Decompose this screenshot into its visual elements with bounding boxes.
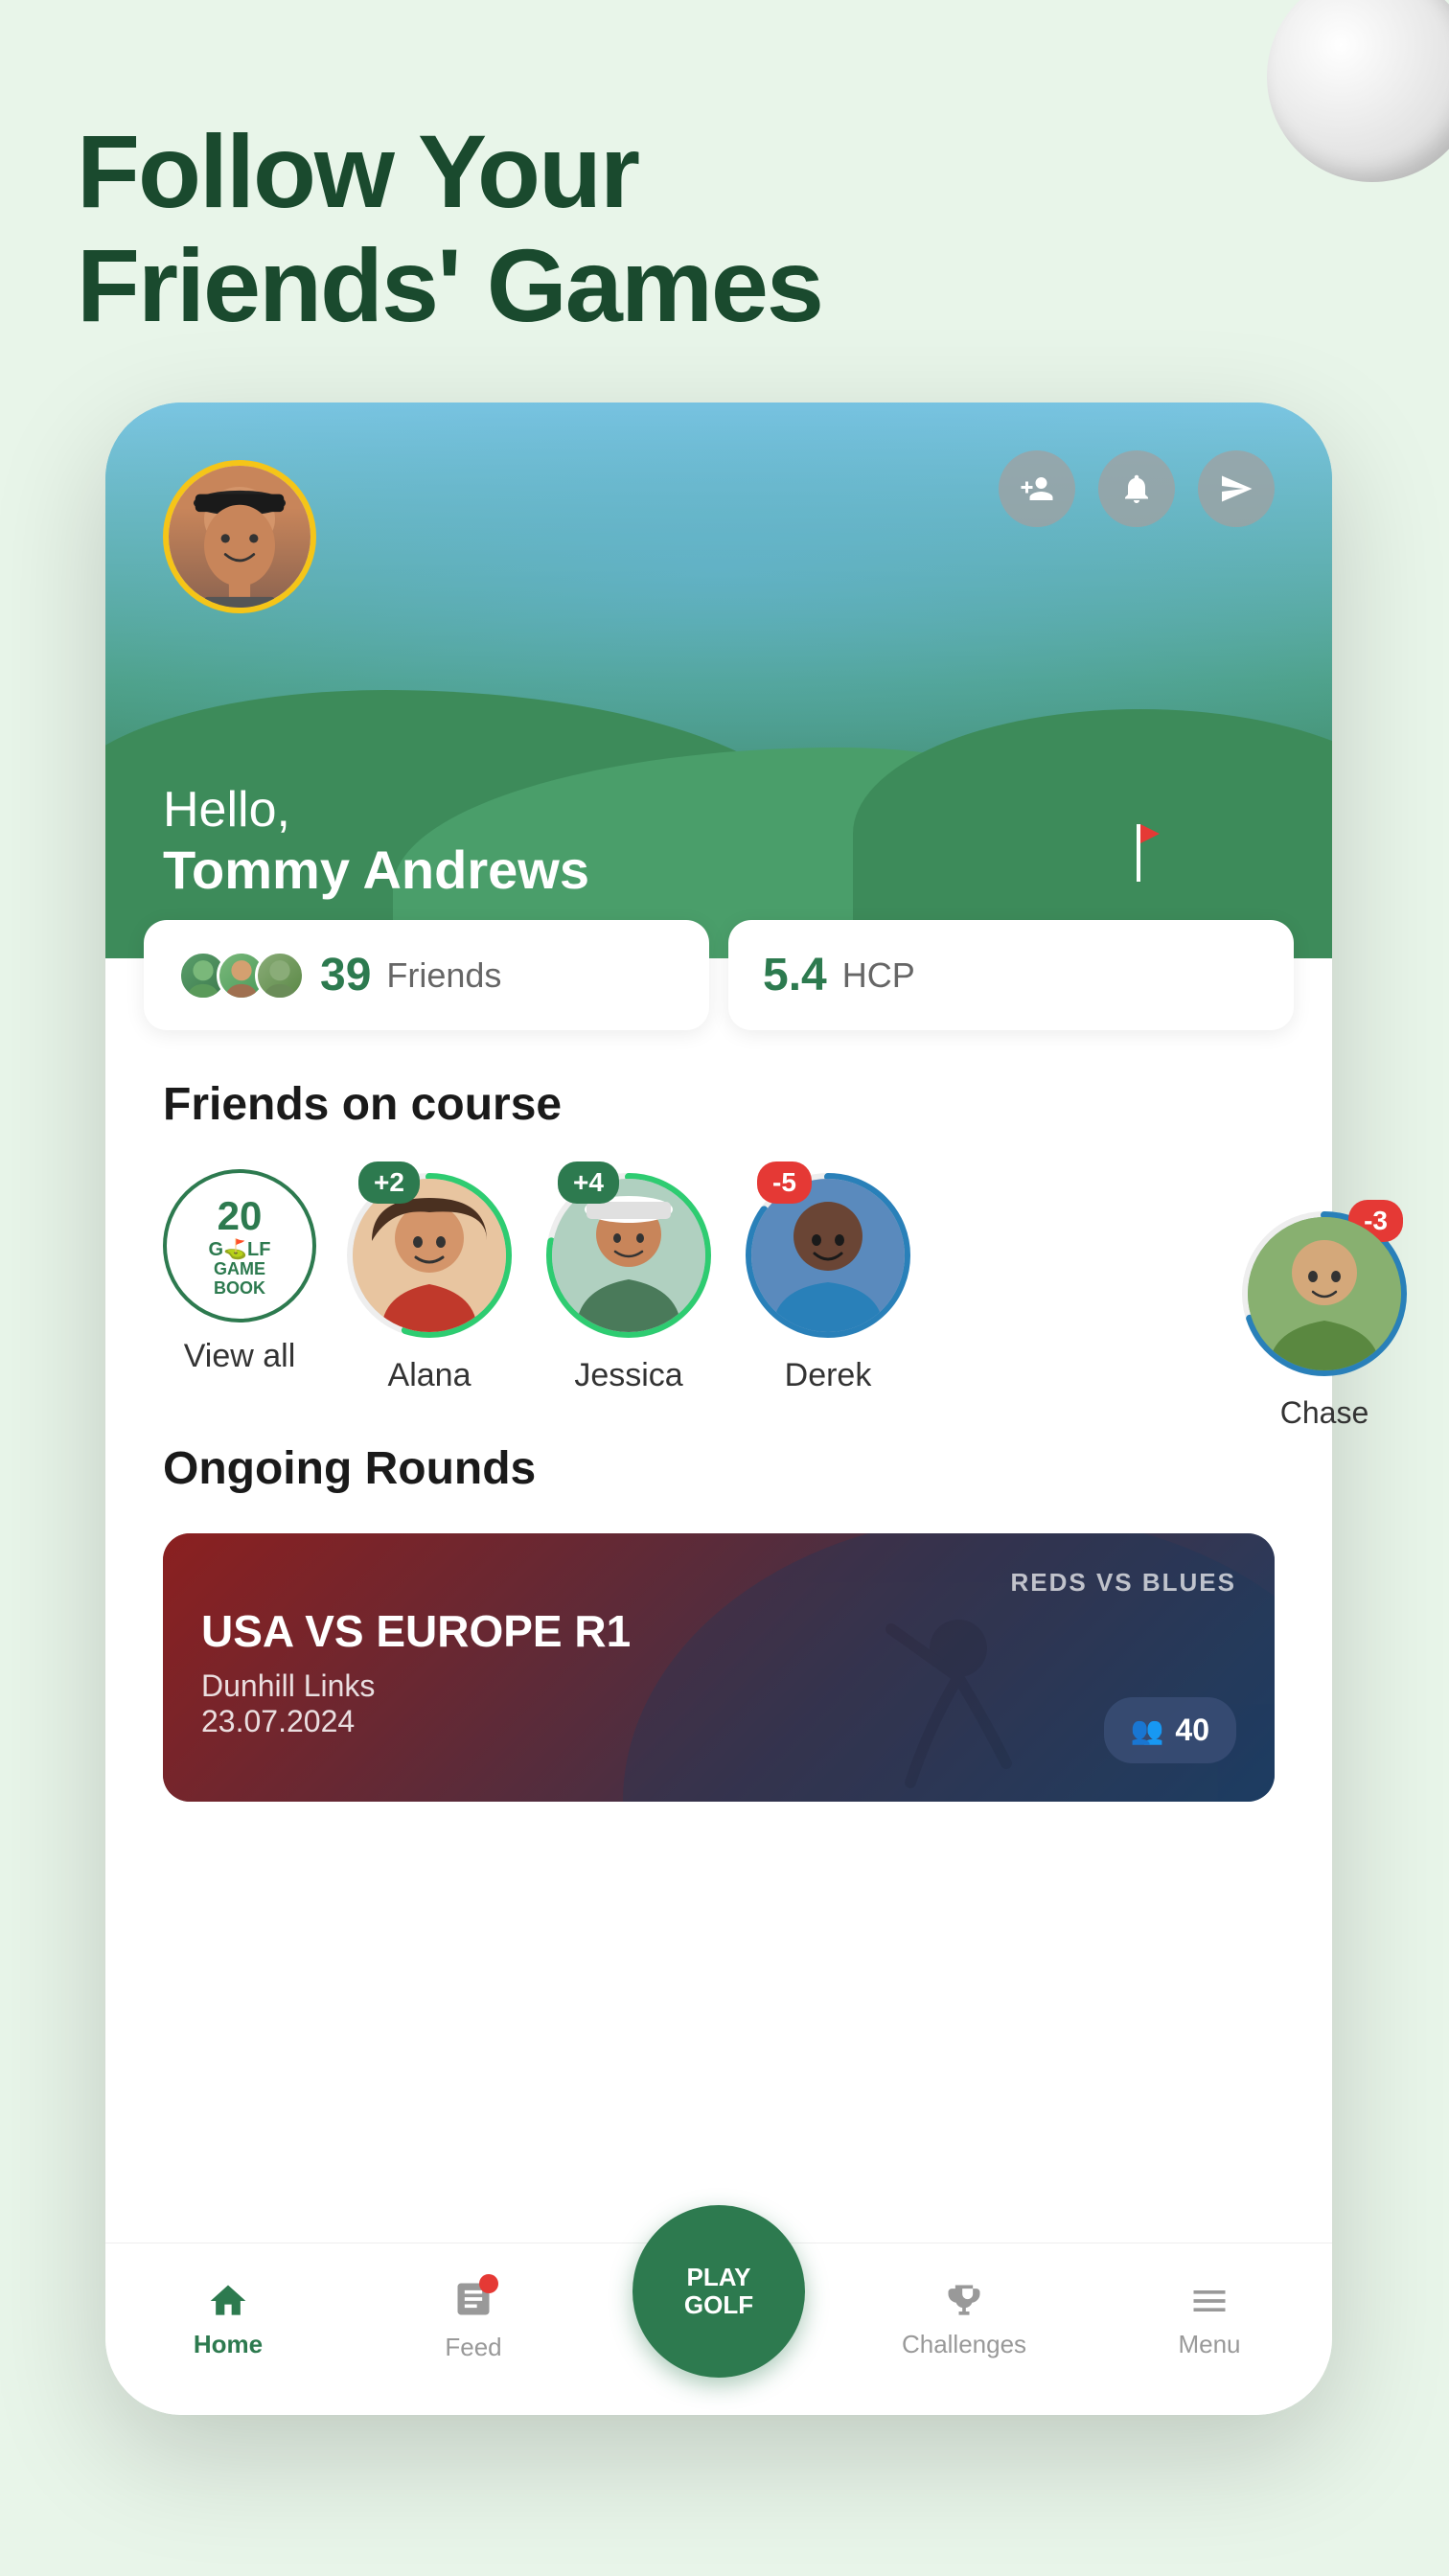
ongoing-rounds-title: Ongoing Rounds xyxy=(163,1442,1275,1495)
notifications-button[interactable] xyxy=(1098,450,1175,527)
chase-friend-item[interactable]: -3 Chase xyxy=(1238,1208,1411,1431)
view-all-item[interactable]: 20 G⛳LF GAMEBOOK View all xyxy=(163,1169,316,1375)
hero-text: Follow YourFriends' Games xyxy=(77,115,822,343)
nav-home-label: Home xyxy=(194,2330,263,2359)
play-golf-button[interactable]: PLAYGOLF xyxy=(632,2205,805,2378)
round-card-content: REDS VS BLUES USA VS EUROPE R1 Dunhill L… xyxy=(163,1533,1275,1774)
hcp-stat-card[interactable]: 5.4 HCP xyxy=(728,920,1294,1030)
chase-avatar-wrap: -3 xyxy=(1238,1208,1411,1380)
friend-avatars xyxy=(178,951,305,1000)
friends-on-course-title: Friends on course xyxy=(163,1078,1275,1131)
nav-menu-label: Menu xyxy=(1178,2330,1240,2359)
chase-avatar xyxy=(1248,1217,1401,1370)
jessica-badge: +4 xyxy=(558,1162,619,1204)
derek-avatar-wrap: -5 xyxy=(742,1169,914,1342)
hero-bold: Follow xyxy=(77,113,393,229)
nav-feed-label: Feed xyxy=(445,2333,501,2362)
menu-icon xyxy=(1188,2280,1230,2322)
greeting-text: Hello, Tommy Andrews xyxy=(163,781,589,901)
friend-jessica[interactable]: +4 xyxy=(542,1169,715,1394)
share-button[interactable] xyxy=(1198,450,1275,527)
nav-menu[interactable]: Menu xyxy=(1087,2280,1332,2359)
friend-avatar-3 xyxy=(255,951,305,1000)
friends-stat-card[interactable]: 39 Friends xyxy=(144,920,709,1030)
friend-alana[interactable]: +2 Alana xyxy=(343,1169,516,1394)
friends-on-course-section: Friends on course 20 G⛳LF GAMEBOOK View … xyxy=(105,1030,1332,1394)
profile-header: Hello, Tommy Andrews xyxy=(105,402,1332,958)
nav-feed[interactable]: Feed xyxy=(351,2278,596,2362)
nav-play-golf[interactable]: PLAYGOLF xyxy=(596,2263,841,2378)
friend-derek[interactable]: -5 Derek xyxy=(742,1169,914,1394)
round-card[interactable]: REDS VS BLUES USA VS EUROPE R1 Dunhill L… xyxy=(163,1533,1275,1802)
nav-challenges-label: Challenges xyxy=(902,2330,1026,2359)
decorative-ball xyxy=(1267,0,1449,182)
feed-icon-wrap xyxy=(452,2278,494,2325)
ongoing-rounds-section: Ongoing Rounds REDS VS BLUES USA VS EURO… xyxy=(105,1394,1332,1802)
round-course: Dunhill Links 23.07.2024 xyxy=(201,1668,1236,1739)
derek-badge: -5 xyxy=(757,1162,812,1204)
add-friend-button[interactable] xyxy=(999,450,1075,527)
chase-name: Chase xyxy=(1280,1395,1369,1431)
stats-row: 39 Friends 5.4 HCP xyxy=(144,920,1294,1030)
phone-mockup: Hello, Tommy Andrews xyxy=(105,402,1332,2415)
home-icon xyxy=(207,2280,249,2322)
user-avatar xyxy=(163,460,316,613)
nav-challenges[interactable]: Challenges xyxy=(841,2280,1087,2359)
jessica-avatar-wrap: +4 xyxy=(542,1169,715,1342)
trophy-icon xyxy=(943,2280,985,2322)
alana-badge: +2 xyxy=(358,1162,420,1204)
view-all-circle: 20 G⛳LF GAMEBOOK xyxy=(163,1169,316,1322)
header-actions xyxy=(999,450,1275,527)
nav-home[interactable]: Home xyxy=(105,2280,351,2359)
friends-list: 20 G⛳LF GAMEBOOK View all +2 xyxy=(163,1169,1275,1394)
bottom-nav: Home Feed PLAYGOLF Challenges xyxy=(105,2242,1332,2415)
alana-avatar-wrap: +2 xyxy=(343,1169,516,1342)
feed-notification-dot xyxy=(479,2274,498,2293)
